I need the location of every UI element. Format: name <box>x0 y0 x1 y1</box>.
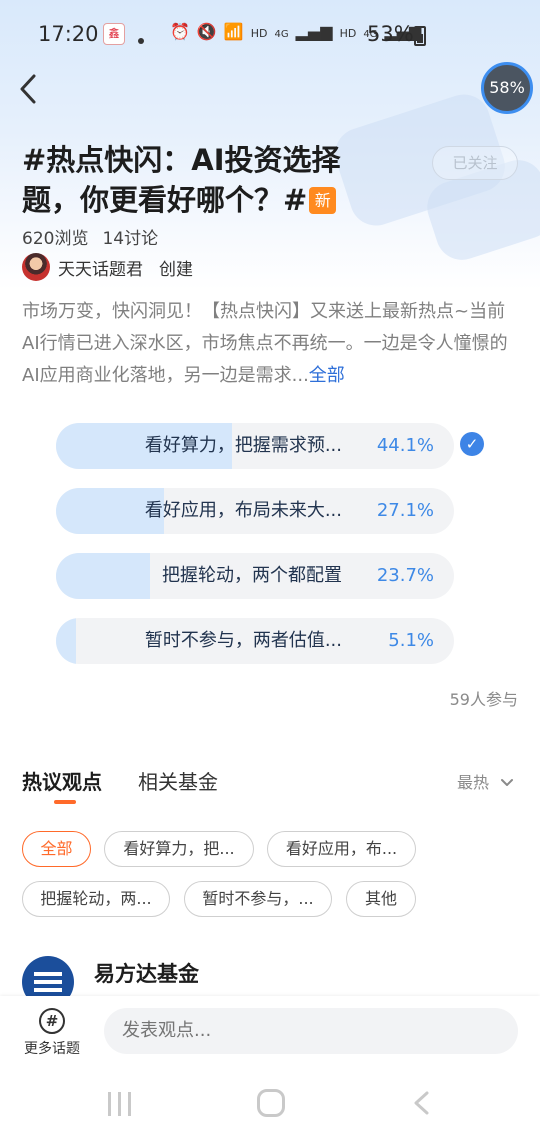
status-time: 17:20 <box>38 22 99 46</box>
page-title: #热点快闪：AI投资选择题，你更看好哪个？# 新 <box>22 140 382 220</box>
poll-option-percent: 5.1% <box>388 630 434 651</box>
chevron-left-icon <box>20 74 36 104</box>
poll-option-label: 暂时不参与，两者估值... <box>144 630 342 651</box>
battery-icon <box>414 26 426 46</box>
poll-option-percent: 27.1% <box>376 500 434 521</box>
alarm-icon: ⏰ <box>170 22 190 41</box>
avatar <box>22 253 50 281</box>
checkmark-icon: ✓ <box>460 432 484 456</box>
recents-icon[interactable] <box>106 1092 134 1116</box>
sort-dropdown[interactable]: 最热 <box>457 769 514 793</box>
hd-label: HD <box>250 27 268 40</box>
status-bar: 17:20 鑫 ⏰ 🔇 📶 HD 4G ▂▄▆ HD 4G ▂▄▆ 53% <box>0 12 540 58</box>
poll-option[interactable]: 看好算力，把握需求预... 44.1% <box>56 423 454 469</box>
views-count: 620浏览 <box>22 229 89 249</box>
chevron-down-icon <box>501 779 514 786</box>
bottom-bar: # 更多话题 <box>0 996 540 1072</box>
system-nav-bar <box>0 1072 540 1140</box>
more-topics-label: 更多话题 <box>24 1041 80 1057</box>
poll-fill-bar <box>56 618 77 664</box>
creator-name: 天天话题君 <box>58 259 143 280</box>
app-notification-icon: 鑫 <box>103 23 125 45</box>
poll-option-label: 看好应用，布局未来大... <box>144 500 342 521</box>
participants-count: 59人参与 <box>449 690 518 709</box>
home-icon[interactable] <box>257 1089 285 1117</box>
filter-chip[interactable]: 看好算力，把... <box>104 831 254 867</box>
filter-chip[interactable]: 暂时不参与，... <box>184 881 332 917</box>
tab-hot-opinions[interactable]: 热议观点 <box>22 766 102 795</box>
network-4g-label: 4G <box>274 29 289 40</box>
sort-label: 最热 <box>457 773 490 792</box>
tab-related-funds[interactable]: 相关基金 <box>138 766 218 795</box>
description-text: 市场万变，快闪洞见！【热点快闪】又来送上最新热点~当前AI行情已进入深水区，市场… <box>22 301 508 386</box>
poll-option-label: 把握轮动，两个都配置 <box>162 565 342 586</box>
poll-option[interactable]: 看好应用，布局未来大... 27.1% <box>56 488 454 534</box>
topic-title: #热点快闪：AI投资选择题，你更看好哪个？# <box>22 143 341 217</box>
poll-option-percent: 44.1% <box>376 435 434 456</box>
poll-option[interactable]: 暂时不参与，两者估值... 5.1% <box>56 618 454 664</box>
discussions-count: 14讨论 <box>102 229 159 249</box>
more-topics-button[interactable]: # 更多话题 <box>14 1008 90 1058</box>
poll-option-percent: 23.7% <box>376 565 434 586</box>
notification-dot-icon <box>138 38 144 44</box>
mute-icon: 🔇 <box>196 22 217 41</box>
comment-input[interactable] <box>104 1008 518 1054</box>
progress-badge[interactable]: 58% <box>481 62 533 114</box>
filter-chip[interactable]: 把握轮动，两... <box>22 881 170 917</box>
creator-role: 创建 <box>159 259 193 280</box>
new-badge: 新 <box>309 187 337 214</box>
hashtag-icon: # <box>39 1008 65 1034</box>
wifi-icon: 📶 <box>223 22 244 41</box>
creator-info[interactable]: 天天话题君 创建 <box>22 253 193 281</box>
topic-stats: 620浏览 14讨论 <box>22 224 158 249</box>
follow-button[interactable]: 已关注 <box>432 146 518 180</box>
topic-description: 市场万变，快闪洞见！【热点快闪】又来送上最新热点~当前AI行情已进入深水区，市场… <box>22 296 522 392</box>
hd-label: HD <box>339 27 357 40</box>
post-author-name[interactable]: 易方达基金 <box>94 958 199 988</box>
back-button[interactable] <box>14 70 44 108</box>
tab-indicator <box>54 800 76 804</box>
system-back-icon[interactable] <box>410 1090 434 1116</box>
poll-option-label: 看好算力，把握需求预... <box>144 435 342 456</box>
signal-icon: ▂▄▆ <box>295 22 333 41</box>
battery-percent: 53% <box>367 22 414 46</box>
filter-chip-all[interactable]: 全部 <box>22 831 91 867</box>
filter-chip[interactable]: 看好应用，布... <box>267 831 416 867</box>
expand-link[interactable]: 全部 <box>309 365 345 386</box>
poll-option[interactable]: 把握轮动，两个都配置 23.7% <box>56 553 454 599</box>
filter-chip-other[interactable]: 其他 <box>346 881 416 917</box>
